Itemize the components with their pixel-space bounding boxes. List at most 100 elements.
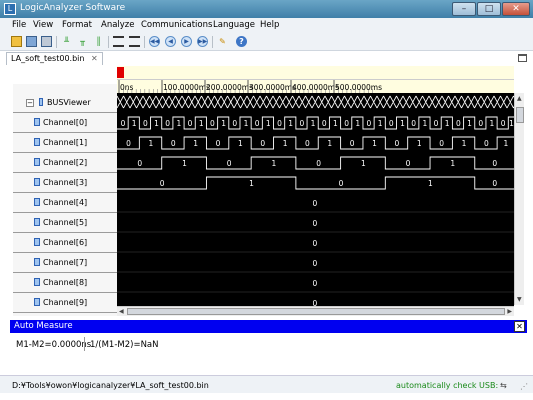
resize-grip-icon[interactable]: ⋰ — [520, 382, 528, 391]
bit-value-label: 0 — [492, 179, 497, 188]
list-lines-icon[interactable] — [129, 36, 140, 47]
channel-row[interactable]: Channel[6] — [13, 233, 117, 253]
channel-row[interactable]: Channel[5] — [13, 213, 117, 233]
maximize-panel-icon[interactable] — [518, 54, 527, 62]
bit-value-label: 0 — [299, 119, 304, 128]
bit-value-label: 1 — [504, 139, 509, 148]
ruler-label: 300.0000ms — [249, 83, 296, 92]
menu-file[interactable]: File — [12, 20, 26, 30]
channel-row[interactable]: Channel[2] — [13, 153, 117, 173]
bit-value-label: 1 — [199, 119, 204, 128]
channel-list: − BUSViewer Channel[0] Channel[1] Channel[2]… — [13, 84, 117, 316]
bit-value-label: 1 — [149, 139, 154, 148]
nav-last-icon[interactable]: ▶▶ — [197, 36, 208, 47]
bus-icon — [39, 98, 43, 106]
bit-value-label: 1 — [244, 119, 249, 128]
menu-language[interactable]: Language — [213, 20, 255, 30]
nav-first-icon[interactable]: ◀◀ — [149, 36, 160, 47]
waveform-area[interactable]: 0ns 100.0000ms200.0000ms300.0000ms400.000… — [117, 80, 514, 306]
nav-prev-icon[interactable]: ◀ — [165, 36, 176, 47]
app-icon: L — [4, 3, 16, 15]
scroll-right-icon[interactable]: ▶ — [507, 308, 512, 315]
menu-analyze[interactable]: Analyze — [101, 20, 135, 30]
bit-value-label: 1 — [182, 159, 187, 168]
channel-label: Channel[2] — [43, 158, 88, 167]
document-tab[interactable]: LA_soft_test00.bin ✕ — [6, 52, 103, 65]
bit-value-label: 0 — [501, 119, 506, 128]
toolbar-separator — [144, 36, 145, 48]
bit-value-label: 1 — [422, 119, 427, 128]
vertical-scroll-thumb[interactable] — [516, 107, 524, 123]
channel-row[interactable]: Channel[3] — [13, 173, 117, 193]
scroll-up-icon[interactable]: ▲ — [517, 95, 522, 102]
status-usb-check: automatically check USB: — [396, 381, 499, 390]
grid-lines-icon[interactable] — [113, 36, 124, 47]
marker-strip[interactable] — [117, 66, 514, 80]
wand-icon[interactable]: ✎ — [217, 36, 228, 47]
bit-value-label: 0 — [456, 119, 461, 128]
rising-edge-icon[interactable]: ╥ — [77, 36, 88, 47]
help-icon[interactable]: ? — [236, 36, 247, 47]
channel-icon — [34, 218, 40, 226]
bit-value-label: 0 — [188, 119, 193, 128]
channel-icon — [34, 298, 40, 306]
bit-value-label: 1 — [176, 119, 181, 128]
trigger-icon[interactable]: ╨ — [61, 36, 72, 47]
bus-viewer-row[interactable]: − BUSViewer — [13, 93, 117, 113]
bit-value-label: 0 — [344, 119, 349, 128]
horizontal-scrollbar[interactable]: ◀ ▶ — [117, 306, 514, 316]
save-icon[interactable] — [26, 36, 37, 47]
constant-value-label: 0 — [313, 259, 318, 268]
menu-help[interactable]: Help — [260, 20, 279, 30]
channel-row[interactable]: Channel[7] — [13, 253, 117, 273]
auto-measure-close-button[interactable]: ✕ — [514, 321, 525, 332]
channel-row[interactable]: Channel[0] — [13, 113, 117, 133]
open-folder-icon[interactable] — [11, 36, 22, 47]
bit-value-label: 1 — [288, 119, 293, 128]
menu-communications[interactable]: Communications — [141, 20, 212, 30]
vertical-scrollbar[interactable]: ▲ ▼ — [514, 93, 524, 305]
channel-label: Channel[1] — [43, 138, 88, 147]
channel-row[interactable]: Channel[9] — [13, 293, 117, 313]
channel-icon — [34, 158, 40, 166]
constant-value-label: 0 — [313, 279, 318, 288]
menu-view[interactable]: View — [33, 20, 53, 30]
scroll-left-icon[interactable]: ◀ — [119, 308, 124, 315]
bit-value-label: 1 — [154, 119, 159, 128]
bit-value-label: 0 — [406, 159, 411, 168]
menu-format[interactable]: Format — [62, 20, 92, 30]
scroll-down-icon[interactable]: ▼ — [517, 296, 522, 303]
close-tab-icon[interactable]: ✕ — [91, 54, 98, 63]
ruler-label: 0ns — [120, 83, 134, 92]
nav-next-icon[interactable]: ▶ — [181, 36, 192, 47]
print-icon[interactable] — [41, 36, 52, 47]
bit-value-label: 1 — [193, 139, 198, 148]
bit-value-label: 1 — [132, 119, 137, 128]
bar-icon[interactable]: ║ — [93, 36, 104, 47]
channel-row[interactable]: Channel[4] — [13, 193, 117, 213]
channel-row[interactable]: Channel[8] — [13, 273, 117, 293]
toolbar-separator — [212, 36, 213, 48]
bit-value-label: 0 — [484, 139, 489, 148]
collapse-icon[interactable]: − — [26, 99, 34, 107]
toolbar: ╨ ╥ ║ ◀◀ ◀ ▶ ▶▶ ✎ ? — [0, 33, 533, 51]
horizontal-scroll-thumb[interactable] — [127, 308, 505, 315]
close-button[interactable]: ✕ — [502, 2, 530, 16]
bit-value-label: 1 — [311, 119, 316, 128]
bit-value-label: 1 — [361, 159, 366, 168]
bit-value-label: 0 — [143, 119, 148, 128]
bit-value-label: 1 — [462, 139, 467, 148]
bit-value-label: 0 — [277, 119, 282, 128]
constant-value-label: 0 — [313, 199, 318, 208]
bit-value-label: 0 — [478, 119, 483, 128]
channel-icon — [34, 198, 40, 206]
ruler-label: 100.0000ms — [163, 83, 210, 92]
auto-measure-header: Auto Measure ✕ — [10, 320, 527, 333]
minimize-button[interactable]: – — [452, 2, 476, 16]
bit-value-label: 1 — [238, 139, 243, 148]
maximize-button[interactable]: □ — [477, 2, 501, 16]
channel-label: Channel[6] — [43, 238, 88, 247]
marker-m1[interactable] — [117, 67, 124, 78]
channel-row[interactable]: Channel[1] — [13, 133, 117, 153]
measure-divider — [84, 337, 85, 351]
